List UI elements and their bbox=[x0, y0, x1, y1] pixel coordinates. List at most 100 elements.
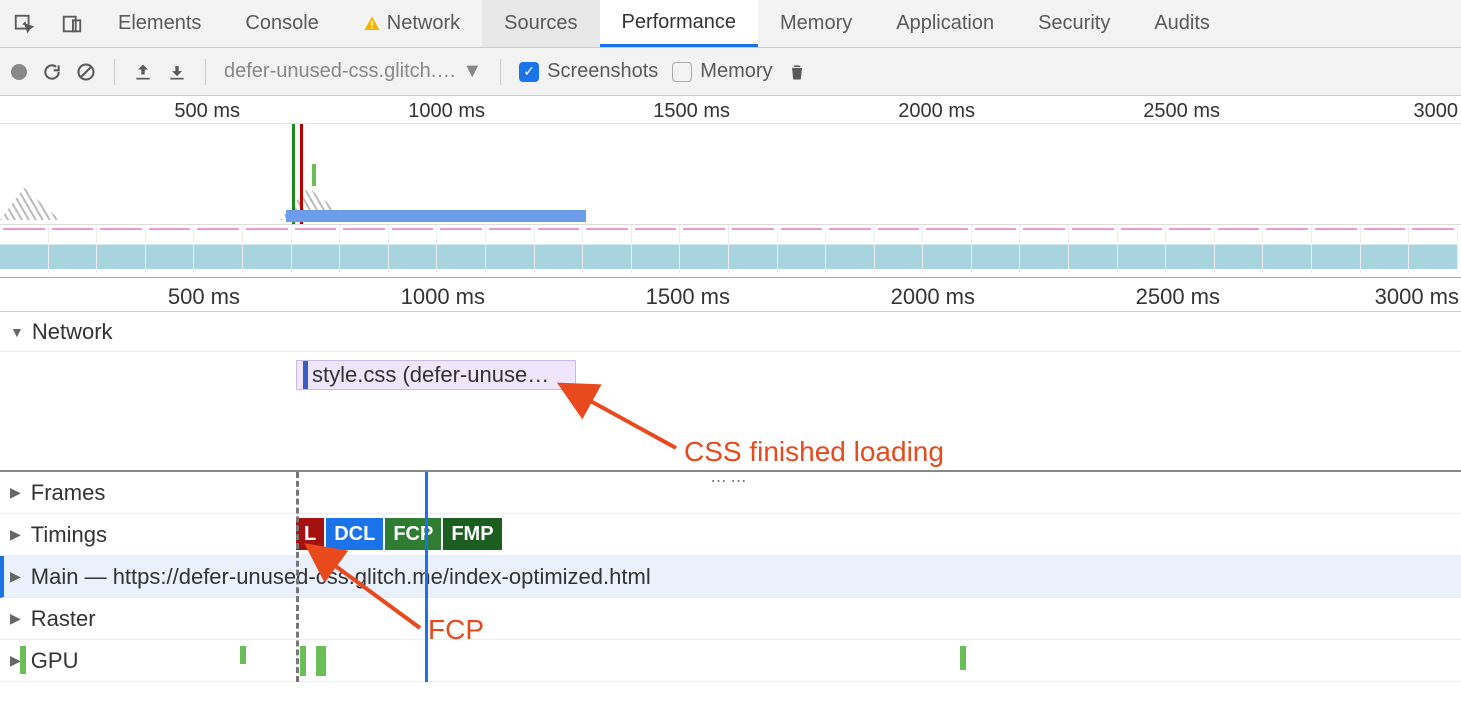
checkbox-label: Screenshots bbox=[547, 60, 658, 83]
recording-dropdown[interactable]: defer-unused-css.glitch.… ▼ bbox=[224, 60, 482, 83]
inspect-icon[interactable] bbox=[0, 0, 48, 47]
ruler-tick: 3000 ms bbox=[1375, 284, 1459, 310]
thumbnail[interactable] bbox=[1118, 225, 1167, 274]
thumbnail[interactable] bbox=[583, 225, 632, 274]
overview-marker-red bbox=[300, 124, 303, 224]
device-toggle-icon[interactable] bbox=[48, 0, 96, 47]
thumbnail[interactable] bbox=[1215, 225, 1264, 274]
thumbnail[interactable] bbox=[535, 225, 584, 274]
ruler-tick: 2500 ms bbox=[1136, 284, 1220, 310]
tab-sources[interactable]: Sources bbox=[482, 0, 599, 47]
thumbnail[interactable] bbox=[1166, 225, 1215, 274]
gpu-mark bbox=[240, 646, 246, 664]
network-lane: style.css (defer-unuse… bbox=[0, 352, 1461, 472]
thumbnail[interactable] bbox=[437, 225, 486, 274]
timing-badge-FMP[interactable]: FMP bbox=[443, 518, 501, 550]
thumbnail[interactable] bbox=[729, 225, 778, 274]
thumbnail[interactable] bbox=[243, 225, 292, 274]
section-label: Raster bbox=[31, 606, 96, 632]
perf-toolbar: defer-unused-css.glitch.… ▼ ✓ Screenshot… bbox=[0, 48, 1461, 96]
thumbnail[interactable] bbox=[680, 225, 729, 274]
thumbnail[interactable] bbox=[486, 225, 535, 274]
trash-icon[interactable] bbox=[787, 61, 807, 83]
thumbnail[interactable] bbox=[1312, 225, 1361, 274]
gpu-mark bbox=[20, 646, 26, 674]
thumbnail[interactable] bbox=[1361, 225, 1410, 274]
clear-icon[interactable] bbox=[76, 62, 96, 82]
expand-icon: ▶ bbox=[10, 610, 21, 627]
section-network-header[interactable]: ▼ Network bbox=[0, 312, 1461, 352]
resize-grip-icon[interactable]: ⋯⋯ bbox=[711, 471, 751, 491]
tab-label: Performance bbox=[622, 11, 737, 34]
tab-label: Memory bbox=[780, 12, 852, 35]
ruler-tick: 1500 ms bbox=[646, 284, 730, 310]
gpu-mark bbox=[300, 646, 306, 676]
section-label: Main — https://defer-unused-css.glitch.m… bbox=[31, 564, 651, 590]
expand-icon: ▶ bbox=[10, 526, 21, 543]
section-gpu[interactable]: ▶ GPU bbox=[0, 640, 1461, 682]
request-label: style.css (defer-unuse… bbox=[312, 362, 549, 388]
tab-audits[interactable]: Audits bbox=[1132, 0, 1232, 47]
tab-label: Console bbox=[245, 12, 318, 35]
download-icon[interactable] bbox=[167, 62, 187, 82]
thumbnail[interactable] bbox=[340, 225, 389, 274]
section-main[interactable]: ▶ Main — https://defer-unused-css.glitch… bbox=[0, 556, 1461, 598]
thumbnail[interactable] bbox=[923, 225, 972, 274]
thumbnail[interactable] bbox=[49, 225, 98, 274]
tab-memory[interactable]: Memory bbox=[758, 0, 874, 47]
section-label: Timings bbox=[31, 522, 107, 548]
thumbnail[interactable] bbox=[1409, 225, 1458, 274]
timing-badge-DCL[interactable]: DCL bbox=[326, 518, 383, 550]
tab-network[interactable]: Network bbox=[341, 0, 482, 47]
thumbnail[interactable] bbox=[826, 225, 875, 274]
tab-performance[interactable]: Performance bbox=[600, 0, 759, 47]
request-lead-marker bbox=[303, 361, 308, 389]
upload-icon[interactable] bbox=[133, 62, 153, 82]
expand-icon: ▶ bbox=[10, 484, 21, 501]
overview-ruler: 500 ms 1000 ms 1500 ms 2000 ms 2500 ms 3… bbox=[0, 96, 1461, 124]
memory-checkbox[interactable]: Memory bbox=[672, 60, 772, 83]
overview-activity bbox=[0, 124, 1461, 224]
ruler-tick: 500 ms bbox=[168, 284, 240, 310]
thumbnail[interactable] bbox=[292, 225, 341, 274]
timing-badge-L[interactable]: L bbox=[296, 518, 324, 550]
reload-icon[interactable] bbox=[42, 62, 62, 82]
thumbnail[interactable] bbox=[972, 225, 1021, 274]
overview-panel[interactable]: 500 ms 1000 ms 1500 ms 2000 ms 2500 ms 3… bbox=[0, 96, 1461, 278]
thumbnail[interactable] bbox=[632, 225, 681, 274]
section-timings[interactable]: ▶ Timings L DCL FCP FMP bbox=[0, 514, 1461, 556]
thumbnail[interactable] bbox=[146, 225, 195, 274]
timing-badges: L DCL FCP FMP bbox=[296, 518, 502, 550]
overview-selection[interactable] bbox=[286, 210, 586, 222]
thumbnail[interactable] bbox=[97, 225, 146, 274]
section-raster[interactable]: ▶ Raster bbox=[0, 598, 1461, 640]
tab-elements[interactable]: Elements bbox=[96, 0, 223, 47]
thumbnail[interactable] bbox=[1069, 225, 1118, 274]
network-request-block[interactable]: style.css (defer-unuse… bbox=[296, 360, 576, 390]
checkbox-label: Memory bbox=[700, 60, 772, 83]
thumbnail[interactable] bbox=[1263, 225, 1312, 274]
tab-application[interactable]: Application bbox=[874, 0, 1016, 47]
timing-badge-FCP[interactable]: FCP bbox=[385, 518, 441, 550]
activity-spike bbox=[0, 184, 60, 220]
thumbnail[interactable] bbox=[0, 225, 49, 274]
tab-security[interactable]: Security bbox=[1016, 0, 1132, 47]
thumbnail[interactable] bbox=[1020, 225, 1069, 274]
tab-console[interactable]: Console bbox=[223, 0, 340, 47]
separator bbox=[114, 59, 115, 85]
thumbnail[interactable] bbox=[389, 225, 438, 274]
playhead-blue[interactable] bbox=[425, 472, 428, 682]
record-icon[interactable] bbox=[10, 63, 28, 81]
devtools-tabstrip: Elements Console Network Sources Perform… bbox=[0, 0, 1461, 48]
tab-label: Application bbox=[896, 12, 994, 35]
separator bbox=[205, 59, 206, 85]
warning-icon bbox=[363, 15, 381, 33]
section-label: Frames bbox=[31, 480, 106, 506]
thumbnail[interactable] bbox=[778, 225, 827, 274]
overview-marker-green bbox=[292, 124, 295, 224]
screenshots-checkbox[interactable]: ✓ Screenshots bbox=[519, 60, 658, 83]
checkbox-icon: ✓ bbox=[519, 62, 539, 82]
thumbnail[interactable] bbox=[875, 225, 924, 274]
tab-label: Elements bbox=[118, 12, 201, 35]
thumbnail[interactable] bbox=[194, 225, 243, 274]
